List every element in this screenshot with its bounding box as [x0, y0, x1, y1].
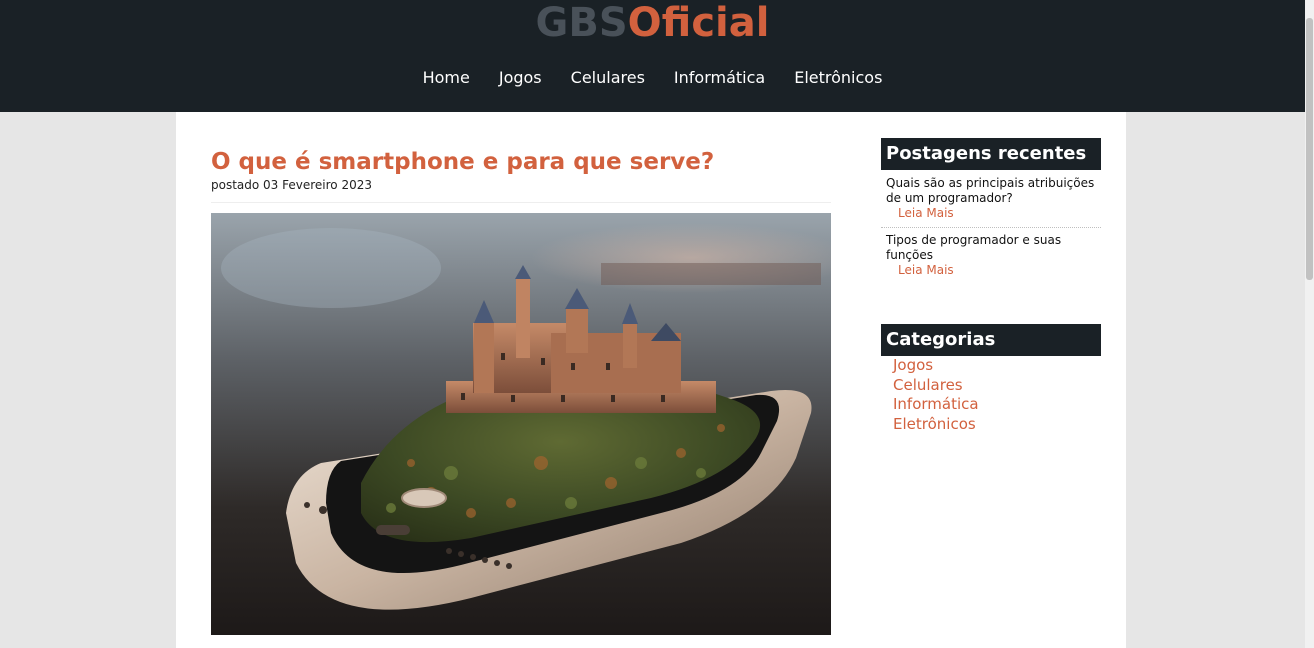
logo-text-gbs: GBS [535, 0, 628, 46]
post-title[interactable]: O que é smartphone e para que serve? [211, 148, 714, 176]
main-nav: Home Jogos Celulares Informática Eletrôn… [0, 66, 1305, 90]
nav-eletronicos[interactable]: Eletrônicos [794, 66, 882, 90]
recent-post-item: Quais são as principais atribuições de u… [886, 176, 1101, 221]
recent-posts-header: Postagens recentes [881, 138, 1101, 170]
post-featured-image [211, 213, 831, 635]
post-divider [211, 202, 831, 203]
category-eletronicos[interactable]: Eletrônicos [893, 415, 979, 435]
content-area: O que é smartphone e para que serve? pos… [176, 112, 1126, 648]
post-date: postado 03 Fevereiro 2023 [211, 178, 372, 192]
logo-text-oficial: Oficial [627, 0, 770, 46]
page-scrollbar[interactable] [1305, 0, 1314, 648]
categories-header: Categorias [881, 324, 1101, 356]
recent-post-item: Tipos de programador e suas funções Leia… [886, 233, 1101, 278]
site-header: GBSOficial Home Jogos Celulares Informát… [0, 0, 1305, 112]
category-list: Jogos Celulares Informática Eletrônicos [893, 356, 979, 434]
category-informatica[interactable]: Informática [893, 395, 979, 415]
category-celulares[interactable]: Celulares [893, 376, 979, 396]
read-more-link[interactable]: Leia Mais [886, 263, 1101, 278]
nav-celulares[interactable]: Celulares [571, 66, 645, 90]
read-more-link[interactable]: Leia Mais [886, 206, 1101, 221]
nav-jogos[interactable]: Jogos [499, 66, 542, 90]
category-jogos[interactable]: Jogos [893, 356, 979, 376]
nav-home[interactable]: Home [423, 66, 470, 90]
scrollbar-thumb[interactable] [1306, 18, 1313, 280]
nav-informatica[interactable]: Informática [674, 66, 765, 90]
recent-post-link[interactable]: Quais são as principais atribuições de u… [886, 176, 1094, 205]
site-logo[interactable]: GBSOficial [0, 0, 1305, 46]
recent-post-link[interactable]: Tipos de programador e suas funções [886, 233, 1061, 262]
recent-post-separator [881, 227, 1101, 228]
